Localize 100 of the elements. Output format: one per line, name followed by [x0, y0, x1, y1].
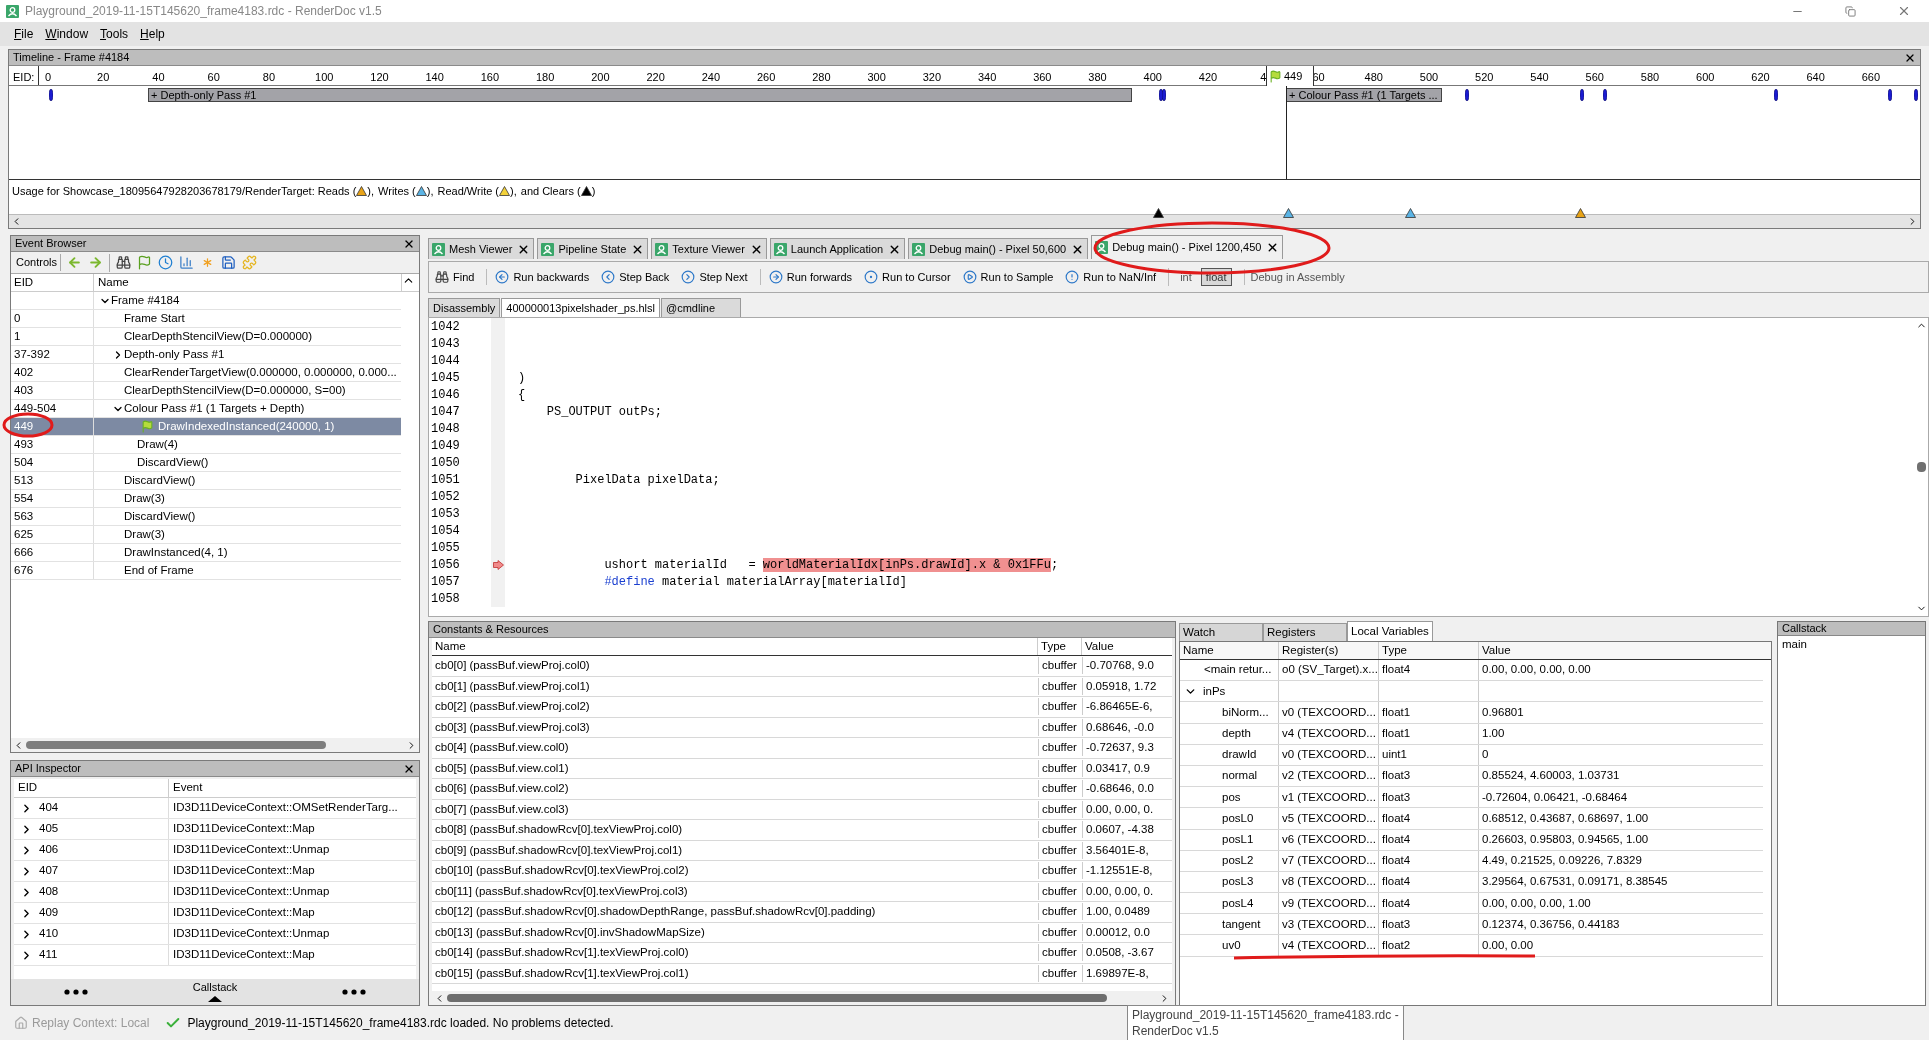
column-header[interactable]: Type	[1038, 638, 1082, 656]
api-row[interactable]: 406 ID3D11DeviceContext::Unmap	[14, 840, 416, 861]
menu-item[interactable]: Help	[140, 25, 165, 43]
event-row[interactable]: 37-392 Depth-only Pass #1	[11, 346, 401, 364]
toolbar-button[interactable]: Run to Cursor	[864, 268, 951, 286]
event-row[interactable]: 625 Draw(3)	[11, 526, 401, 544]
line-number: 1058	[430, 590, 461, 608]
event-row[interactable]: 493 Draw(4)	[11, 436, 401, 454]
line-number: 1050	[430, 454, 461, 472]
table-cell-text: v4 (TEXCOORD...	[1282, 726, 1376, 742]
callstack-frame[interactable]: main	[1778, 636, 1811, 654]
event-row[interactable]: 1 ClearDepthStencilView(D=0.000000)	[11, 328, 401, 346]
toolbar-button[interactable]: Run backwards	[486, 268, 590, 286]
event-row[interactable]: 504 DiscardView()	[11, 454, 401, 472]
event-row[interactable]: 403 ClearDepthStencilView(D=0.000000, S=00)	[11, 382, 401, 400]
event-marker-icon	[1914, 89, 1918, 101]
source-tab[interactable]: @cmdline	[661, 298, 741, 317]
event-row[interactable]: 666 DrawInstanced(4, 1)	[11, 544, 401, 562]
scrollbar-thumb[interactable]	[447, 994, 1107, 1002]
toolbar-button[interactable]: Find	[435, 268, 475, 286]
api-row[interactable]: 409 ID3D11DeviceContext::Map	[14, 903, 416, 924]
menu-item[interactable]: Window	[45, 25, 89, 43]
panel-tab[interactable]: Watch	[1179, 623, 1263, 641]
event-row[interactable]: 513 DiscardView()	[11, 472, 401, 490]
source-tab[interactable]: 400000013pixelshader_ps.hlsl	[501, 298, 660, 317]
column-header[interactable]: EID	[11, 274, 94, 291]
table-cell: cbuffer	[1038, 903, 1082, 921]
api-row[interactable]: 408 ID3D11DeviceContext::Unmap	[14, 882, 416, 903]
table-cell-text: -0.72604, 0.06421, -0.68464	[1482, 789, 1628, 805]
column-header[interactable]: Value	[1479, 641, 1771, 660]
eid-text: 493	[14, 436, 34, 452]
triangle-icon	[415, 186, 427, 197]
toolbar-button[interactable]: Step Back	[601, 268, 670, 286]
api-row[interactable]: 407 ID3D11DeviceContext::Map	[14, 861, 416, 882]
source-tab[interactable]: Disassembly	[428, 298, 501, 317]
bar-chart-icon[interactable]	[178, 255, 194, 270]
document-tab[interactable]: Mesh Viewer	[428, 238, 535, 259]
api-row[interactable]: 405 ID3D11DeviceContext::Map	[14, 819, 416, 840]
flag-icon[interactable]	[136, 255, 152, 270]
toolbar-button[interactable]: Run to Sample	[962, 268, 1054, 286]
column-header[interactable]: Name	[94, 274, 402, 291]
save-icon[interactable]	[220, 255, 236, 270]
controls-button[interactable]: Controls	[13, 254, 61, 271]
pass-bar[interactable]: + Depth-only Pass #1	[148, 88, 1132, 102]
restore-icon[interactable]	[1845, 5, 1856, 17]
table-cell-text: v0 (TEXCOORD...	[1282, 704, 1376, 720]
tooltip: Playground_2019-11-15T145620_frame4183.rdc - RenderDoc v1.5	[1127, 1005, 1404, 1040]
document-tab[interactable]: Pipeline State	[537, 238, 649, 259]
event-row[interactable]: Frame #4184	[11, 292, 401, 310]
document-tab[interactable]: Debug main() - Pixel 1200,450	[1091, 235, 1284, 259]
callstack-toggle[interactable]: Callstack	[11, 979, 419, 1005]
event-row[interactable]: 676 End of Frame	[11, 562, 401, 580]
binoculars-icon[interactable]	[115, 255, 131, 270]
api-row[interactable]: 404 ID3D11DeviceContext::OMSetRenderTarg...	[14, 798, 416, 819]
api-row[interactable]: 410 ID3D11DeviceContext::Unmap	[14, 924, 416, 945]
scrollbar-thumb[interactable]	[1916, 462, 1926, 472]
table-cell-text: 0	[1482, 747, 1489, 763]
column-header[interactable]: Value	[1082, 638, 1160, 656]
menu-item[interactable]: Tools	[100, 25, 129, 43]
pass-bar[interactable]: + Colour Pass #1 (1 Targets ...	[1286, 88, 1442, 102]
toolbar-button[interactable]: Step Next	[681, 268, 748, 286]
document-tab[interactable]: Debug main() - Pixel 50,600	[908, 238, 1089, 259]
event-name: ClearDepthStencilView(D=0.000000)	[124, 328, 313, 344]
table-cell-text: cb0[8] (passBuf.shadowRcv[0].texViewProj.col0)	[434, 822, 684, 838]
document-tab[interactable]: Texture Viewer	[651, 238, 767, 259]
current-event-marker[interactable]: 449	[1266, 66, 1314, 86]
event-row[interactable]: 563 DiscardView()	[11, 508, 401, 526]
line-number: 1047	[430, 403, 461, 421]
event-name: ClearDepthStencilView(D=0.000000, S=00)	[124, 382, 346, 398]
panel-tab[interactable]: Local Variables	[1347, 621, 1433, 641]
table-cell: cbuffer	[1038, 759, 1082, 777]
scrollbar-thumb[interactable]	[26, 741, 326, 749]
column-header[interactable]: Type	[1379, 641, 1479, 660]
table-cell-text: 0.85524, 4.60003, 1.03731	[1482, 768, 1620, 784]
clock-icon[interactable]	[157, 255, 173, 270]
column-header[interactable]: Name	[1180, 641, 1279, 660]
event-row[interactable]: 554 Draw(3)	[11, 490, 401, 508]
event-row[interactable]: 402 ClearRenderTargetView(0.000000, 0.000000, 0.000...	[11, 364, 401, 382]
tick-label: 320	[922, 70, 941, 85]
line-number: 1054	[430, 522, 461, 540]
column-header[interactable]: Name	[432, 638, 1038, 656]
column-header[interactable]: Event	[169, 779, 416, 797]
tick-label: 40	[152, 70, 165, 85]
event-row[interactable]: 0 Frame Start	[11, 310, 401, 328]
menu-item[interactable]: File	[14, 25, 34, 43]
eid-text: 411	[39, 947, 58, 963]
toolbar-button[interactable]: Run forwards	[759, 268, 853, 286]
table-cell: cbuffer	[1038, 739, 1082, 757]
column-header[interactable]: EID	[14, 779, 169, 797]
document-tab[interactable]: Launch Application	[769, 238, 906, 259]
table-cell-text: uint1	[1382, 747, 1407, 763]
column-header[interactable]: Register(s)	[1279, 641, 1379, 660]
event-marker-icon	[1603, 89, 1607, 101]
toolbar-button[interactable]: Run to NaN/Inf	[1065, 268, 1157, 286]
mode-toggle[interactable]: int	[1175, 268, 1197, 286]
panel-tab[interactable]: Registers	[1263, 623, 1347, 641]
usage-triangle-icon	[1153, 208, 1164, 218]
tick-label: 540	[1530, 70, 1549, 85]
api-row[interactable]: 411 ID3D11DeviceContext::Map	[14, 945, 416, 966]
table-cell-text: float4	[1382, 874, 1411, 890]
